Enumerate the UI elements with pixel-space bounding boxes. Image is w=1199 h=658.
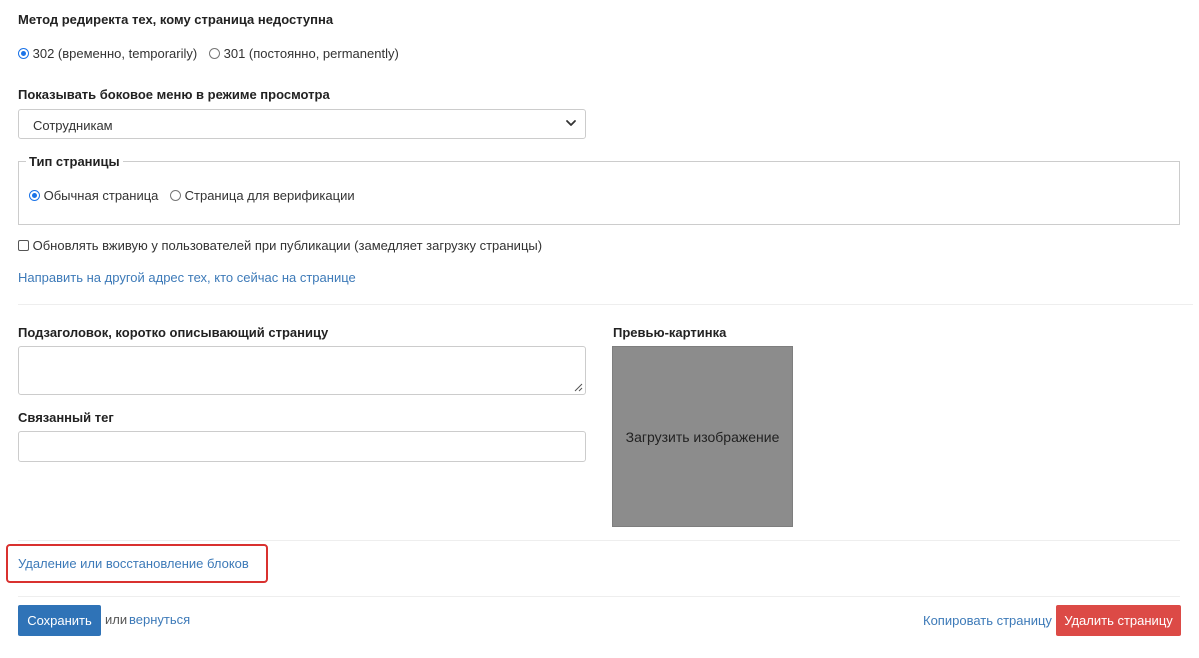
live-update-checkbox[interactable] xyxy=(18,240,29,251)
radio-page-verification-button[interactable] xyxy=(170,190,181,201)
radio-301[interactable]: 301 (постоянно, permanently) xyxy=(209,46,399,61)
subtitle-label: Подзаголовок, коротко описывающий страни… xyxy=(18,325,329,340)
radio-page-regular[interactable]: Обычная страница xyxy=(29,188,158,203)
divider xyxy=(18,304,1193,305)
redirect-method-label: Метод редиректа тех, кому страница недос… xyxy=(18,12,334,27)
radio-301-label: 301 (постоянно, permanently) xyxy=(223,46,399,61)
related-tag-label: Связанный тег xyxy=(18,410,114,425)
radio-page-regular-label: Обычная страница xyxy=(43,188,159,203)
radio-page-verification[interactable]: Страница для верификации xyxy=(170,188,355,203)
radio-302-label: 302 (временно, temporarily) xyxy=(32,46,198,61)
blocks-restore-link[interactable]: Удаление или восстановление блоков xyxy=(18,556,249,571)
divider xyxy=(18,596,1180,597)
delete-page-button[interactable]: Удалить страницу xyxy=(1056,605,1181,636)
preview-upload-area[interactable]: Загрузить изображение xyxy=(612,346,793,527)
upload-image-text: Загрузить изображение xyxy=(625,428,780,445)
radio-301-button[interactable] xyxy=(209,48,220,59)
side-menu-label: Показывать боковое меню в режиме просмот… xyxy=(18,87,330,102)
redirect-current-link[interactable]: Направить на другой адрес тех, кто сейча… xyxy=(18,270,356,285)
or-text: или xyxy=(105,612,128,627)
live-update-option[interactable]: Обновлять вживую у пользователей при пуб… xyxy=(18,238,542,253)
back-link[interactable]: вернуться xyxy=(129,612,190,627)
side-menu-select[interactable]: Сотрудникам xyxy=(18,109,586,139)
radio-page-regular-button[interactable] xyxy=(29,190,40,201)
divider xyxy=(18,540,1180,541)
preview-label: Превью-картинка xyxy=(613,325,727,340)
live-update-label: Обновлять вживую у пользователей при пуб… xyxy=(32,238,543,253)
radio-302-button[interactable] xyxy=(18,48,29,59)
resize-grip-icon[interactable] xyxy=(574,383,583,392)
chevron-down-icon xyxy=(566,120,576,126)
related-tag-input[interactable] xyxy=(18,431,586,462)
save-button[interactable]: Сохранить xyxy=(18,605,101,636)
radio-302[interactable]: 302 (временно, temporarily) xyxy=(18,46,197,61)
copy-page-link[interactable]: Копировать страницу xyxy=(923,613,1052,628)
radio-page-verification-label: Страница для верификации xyxy=(184,188,355,203)
side-menu-selected-value: Сотрудникам xyxy=(33,118,113,133)
subtitle-textarea[interactable] xyxy=(18,346,586,395)
page-type-legend: Тип страницы xyxy=(29,154,120,169)
